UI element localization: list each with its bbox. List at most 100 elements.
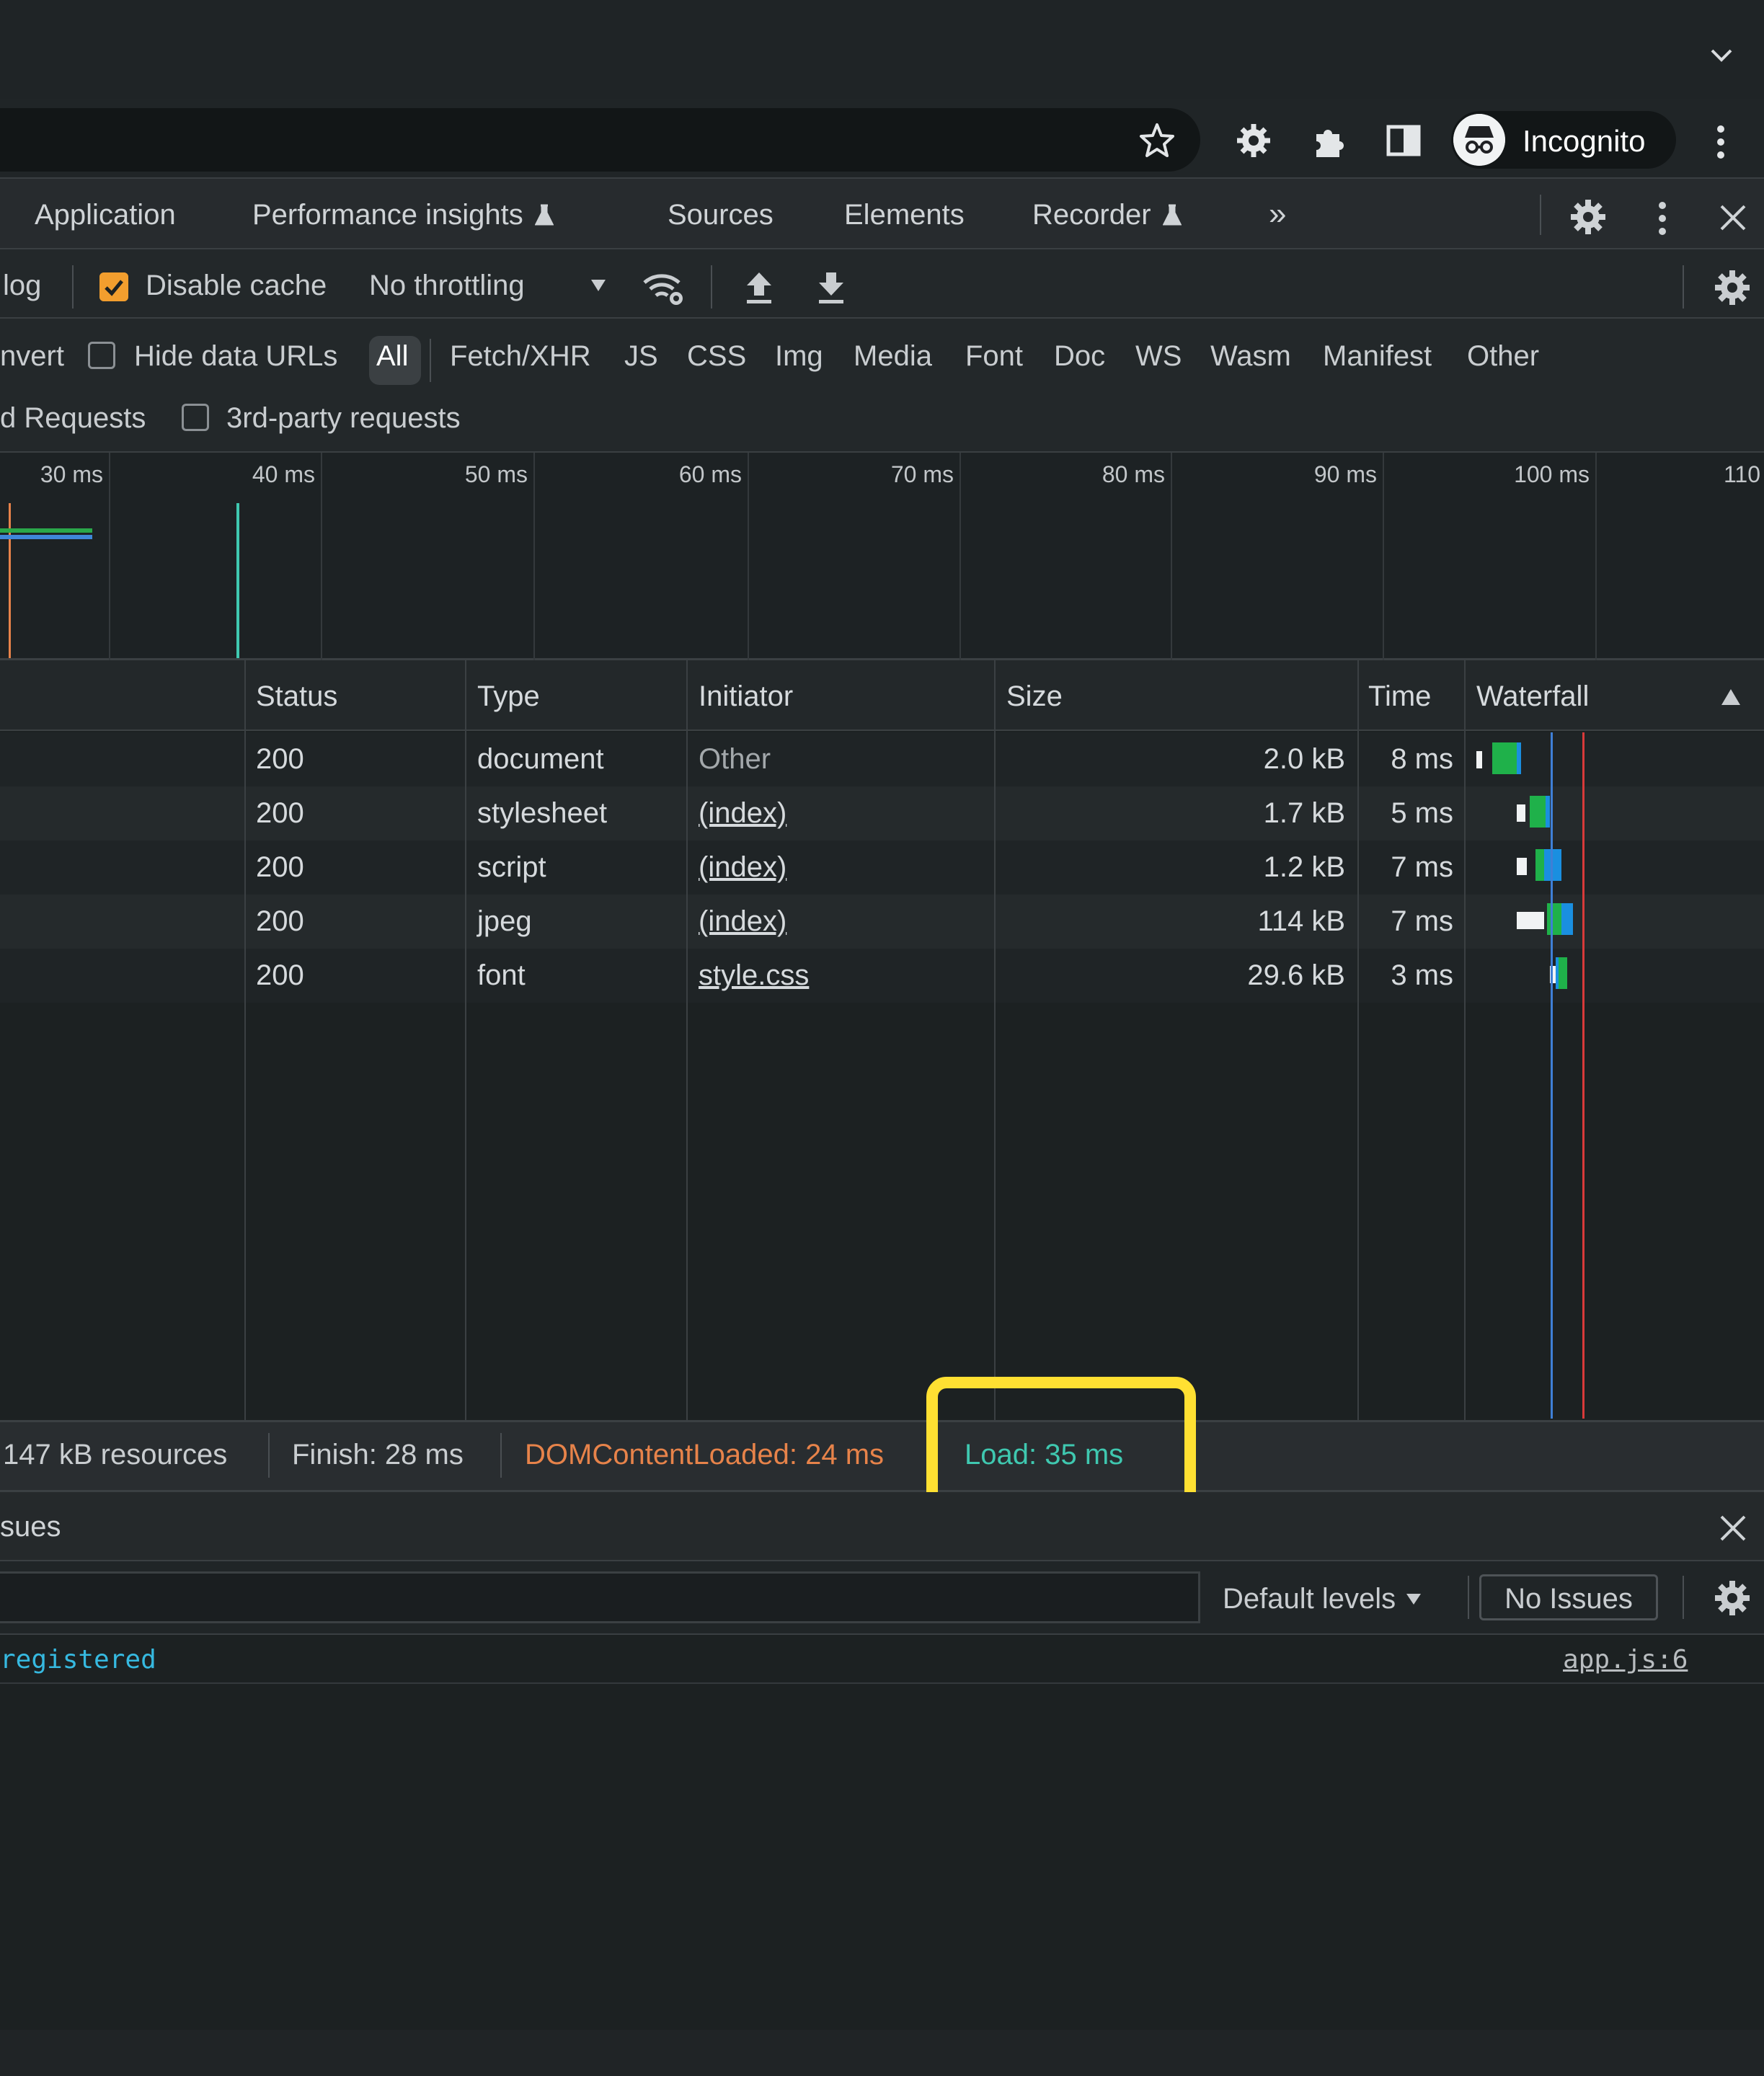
drawer-header xyxy=(0,1492,1764,1561)
cell-initiator-link[interactable]: (index) xyxy=(699,786,786,840)
tab-elements[interactable]: Elements xyxy=(844,199,965,231)
column-status[interactable]: Status xyxy=(256,680,337,713)
import-har-upload-icon[interactable] xyxy=(743,270,776,306)
cell-initiator-link[interactable]: style.css xyxy=(699,949,809,1003)
column-type[interactable]: Type xyxy=(477,680,540,713)
tab-application[interactable]: Application xyxy=(35,199,176,231)
filter-media[interactable]: Media xyxy=(854,340,932,373)
column-waterfall[interactable]: Waterfall xyxy=(1476,680,1589,713)
waterfall-load-line xyxy=(1582,732,1585,1419)
throttling-select[interactable]: No throttling xyxy=(369,270,525,302)
blocked-requests-label[interactable]: d Requests xyxy=(0,402,146,435)
dropdown-arrow-icon[interactable] xyxy=(590,277,607,294)
load-marker xyxy=(236,503,239,658)
summary-dom-content-loaded: DOMContentLoaded: 24 ms xyxy=(525,1439,885,1470)
filter-font[interactable]: Font xyxy=(965,340,1023,373)
column-divider[interactable] xyxy=(994,660,996,1420)
cell-type: stylesheet xyxy=(477,797,608,829)
table-row[interactable]: 200 stylesheet (index) 1.7 kB 5 ms xyxy=(0,786,1764,840)
hide-data-urls-checkbox[interactable] xyxy=(88,342,115,369)
side-panel-icon[interactable] xyxy=(1384,121,1423,160)
network-conditions-icon[interactable] xyxy=(642,270,686,306)
extensions-puzzle-icon[interactable] xyxy=(1309,121,1348,160)
filter-ws[interactable]: WS xyxy=(1135,340,1182,373)
close-drawer-icon[interactable] xyxy=(1717,1512,1749,1544)
tick-label: 50 ms xyxy=(464,461,528,487)
cell-initiator-link[interactable]: (index) xyxy=(699,840,786,895)
settings-gear-icon[interactable] xyxy=(1569,198,1608,236)
cell-initiator-link[interactable]: (index) xyxy=(699,895,786,949)
preserve-log-label[interactable]: log xyxy=(3,270,41,302)
disable-cache-checkbox[interactable] xyxy=(99,272,128,301)
filter-js[interactable]: JS xyxy=(624,340,658,373)
window-bottom-edge xyxy=(0,2030,1764,2076)
experiment-flask-icon xyxy=(534,204,554,226)
waterfall-download-bar xyxy=(1535,849,1544,881)
tab-recorder[interactable]: Recorder xyxy=(1032,199,1182,231)
log-levels-dropdown[interactable]: Default levels xyxy=(1223,1583,1422,1615)
close-devtools-icon[interactable] xyxy=(1717,202,1749,234)
disable-cache-label[interactable]: Disable cache xyxy=(146,270,327,302)
filter-doc[interactable]: Doc xyxy=(1054,340,1105,373)
tab-performance-insights[interactable]: Performance insights xyxy=(252,199,554,231)
column-divider[interactable] xyxy=(244,660,246,1420)
address-bar[interactable] xyxy=(0,108,1200,172)
chevron-down-icon[interactable] xyxy=(1706,40,1737,71)
console-settings-gear-icon[interactable] xyxy=(1713,1579,1752,1618)
table-row[interactable]: 200 font style.css 29.6 kB 3 ms xyxy=(0,949,1764,1003)
console-log-row xyxy=(0,1635,1764,1684)
column-divider[interactable] xyxy=(686,660,688,1420)
overview-request-bar xyxy=(0,535,92,539)
waterfall-download-bar xyxy=(1559,957,1567,989)
more-tabs-button[interactable]: » xyxy=(1269,196,1286,232)
invert-label[interactable]: nvert xyxy=(0,340,64,373)
cell-status: 200 xyxy=(256,743,304,775)
network-settings-gear-icon[interactable] xyxy=(1713,268,1752,307)
column-divider[interactable] xyxy=(465,660,466,1420)
filter-css[interactable]: CSS xyxy=(687,340,746,373)
export-har-download-icon[interactable] xyxy=(815,270,848,306)
sort-ascending-icon[interactable] xyxy=(1720,688,1742,706)
window-titlebar xyxy=(0,0,1764,99)
tick-label: 30 ms xyxy=(40,461,103,487)
hide-data-urls-label[interactable]: Hide data URLs xyxy=(134,340,337,373)
filter-manifest[interactable]: Manifest xyxy=(1323,340,1432,373)
drawer-tab-issues[interactable]: sues xyxy=(0,1511,61,1543)
divider xyxy=(430,339,431,382)
column-size[interactable]: Size xyxy=(1006,680,1063,713)
filter-wasm[interactable]: Wasm xyxy=(1210,340,1291,373)
column-time[interactable]: Time xyxy=(1368,680,1431,713)
console-filter-input[interactable] xyxy=(0,1571,1200,1623)
grid-line xyxy=(109,453,110,660)
cell-status: 200 xyxy=(256,797,304,829)
console-log-message: registered xyxy=(0,1645,156,1674)
grid-line xyxy=(321,453,322,660)
tick-label: 60 ms xyxy=(678,461,742,487)
console-log-source-link[interactable]: app.js:6 xyxy=(1563,1645,1688,1674)
overview-request-bar xyxy=(0,528,92,533)
waterfall-blue-bar xyxy=(1561,903,1573,935)
bookmark-star-icon[interactable] xyxy=(1138,121,1176,160)
waterfall-blue-bar xyxy=(1517,742,1521,774)
table-row[interactable]: 200 script (index) 1.2 kB 7 ms xyxy=(0,840,1764,895)
devtools-menu-icon[interactable] xyxy=(1655,199,1670,238)
column-divider[interactable] xyxy=(1357,660,1359,1420)
table-row[interactable]: 200 jpeg (index) 114 kB 7 ms xyxy=(0,895,1764,949)
cell-time: 7 ms xyxy=(1391,905,1453,937)
tick-label: 110 xyxy=(1723,461,1760,487)
divider xyxy=(1683,1576,1684,1619)
browser-menu-icon[interactable] xyxy=(1710,123,1732,161)
third-party-checkbox[interactable] xyxy=(182,404,209,431)
filter-fetch-xhr[interactable]: Fetch/XHR xyxy=(450,340,591,373)
extension-gear-icon[interactable] xyxy=(1234,121,1273,160)
filter-all[interactable]: All xyxy=(376,340,408,373)
divider xyxy=(500,1433,502,1478)
column-divider[interactable] xyxy=(1464,660,1466,1420)
divider xyxy=(72,265,74,309)
cell-type: script xyxy=(477,851,546,883)
third-party-label[interactable]: 3rd-party requests xyxy=(226,402,461,435)
filter-other[interactable]: Other xyxy=(1467,340,1539,373)
column-initiator[interactable]: Initiator xyxy=(699,680,793,713)
tab-sources[interactable]: Sources xyxy=(668,199,774,231)
filter-img[interactable]: Img xyxy=(775,340,823,373)
